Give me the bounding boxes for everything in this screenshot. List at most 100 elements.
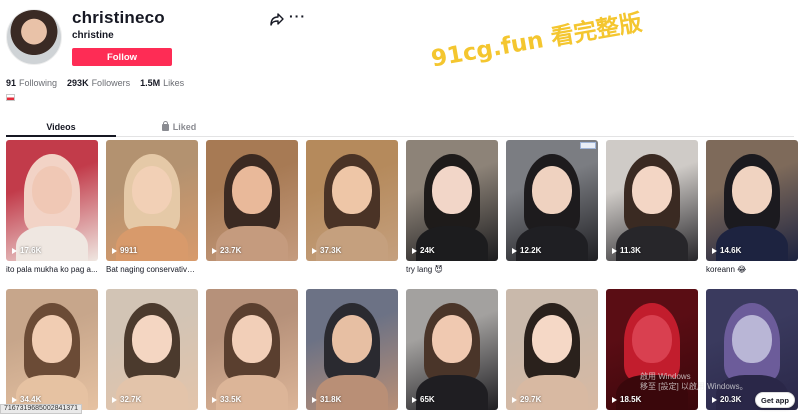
likes-count: 1.5M Likes (140, 78, 185, 88)
play-icon (412, 247, 417, 254)
thumbnail-face (532, 315, 572, 363)
thumbnail-face (632, 166, 672, 214)
play-icon (612, 247, 617, 254)
view-count: 33.5K (212, 395, 241, 404)
thumbnail-body (316, 226, 388, 261)
video-thumbnail[interactable]: 37.3K (306, 140, 398, 261)
video-thumbnail[interactable]: 11.3K (606, 140, 698, 261)
video-card[interactable]: 37.3K (306, 140, 398, 274)
profile-username: christineco (72, 8, 165, 27)
ad-choices-icon[interactable] (580, 142, 596, 149)
profile-nickname: christine (72, 30, 114, 41)
view-count: 9911 (112, 246, 137, 255)
play-icon (312, 396, 317, 403)
video-card[interactable]: 11.3K (606, 140, 698, 274)
play-icon (212, 247, 217, 254)
video-thumbnail[interactable]: 9911 (106, 140, 198, 261)
thumbnail-body (716, 226, 788, 261)
thumbnail-face (132, 166, 172, 214)
video-thumbnail[interactable]: 31.8K (306, 289, 398, 410)
more-options-icon[interactable]: ··· (289, 9, 306, 23)
thumbnail-body (316, 375, 388, 410)
video-card[interactable]: 34.4K (6, 289, 98, 410)
play-icon (112, 247, 117, 254)
thumbnail-body (516, 226, 588, 261)
video-card[interactable]: 31.8K (306, 289, 398, 410)
avatar[interactable] (6, 9, 62, 65)
video-card[interactable]: 33.5K (206, 289, 298, 410)
video-card[interactable]: 24K try lang 😈 (406, 140, 498, 274)
thumbnail-body (116, 375, 188, 410)
thumbnail-body (216, 226, 288, 261)
video-card[interactable]: 29.7K (506, 289, 598, 410)
status-url-tooltip: 7167319685002841371 (0, 404, 82, 414)
flag-icon (6, 94, 15, 101)
video-card[interactable]: 65K (406, 289, 498, 410)
view-count: 23.7K (212, 246, 241, 255)
video-thumbnail[interactable]: 23.7K (206, 140, 298, 261)
view-count: 37.3K (312, 246, 341, 255)
view-count: 32.7K (112, 395, 141, 404)
thumbnail-face (732, 315, 772, 363)
video-caption[interactable]: koreann 😂 (706, 265, 798, 274)
thumbnail-face (432, 166, 472, 214)
play-icon (712, 247, 717, 254)
view-count: 12.2K (512, 246, 541, 255)
thumbnail-body (16, 226, 88, 261)
windows-activation-notice: 啟用 Windows 移至 [設定] 以啟用 Windows。 (640, 372, 748, 391)
thumbnail-body (516, 375, 588, 410)
play-icon (12, 247, 17, 254)
following-count[interactable]: 91 Following (6, 78, 57, 88)
thumbnail-face (332, 166, 372, 214)
video-caption[interactable]: Bat naging conservative... (106, 265, 198, 274)
play-icon (212, 396, 217, 403)
thumbnail-face (232, 315, 272, 363)
video-thumbnail[interactable]: 14.6K (706, 140, 798, 261)
video-card[interactable]: 14.6K koreann 😂 (706, 140, 798, 274)
video-card[interactable]: 9911 Bat naging conservative... (106, 140, 198, 274)
video-caption[interactable]: ito pala mukha ko pag a... (6, 265, 98, 274)
follow-button[interactable]: Follow (72, 48, 172, 66)
view-count: 24K (412, 246, 435, 255)
view-count: 17.6K (12, 246, 41, 255)
video-card[interactable]: 12.2K (506, 140, 598, 274)
thumbnail-body (116, 226, 188, 261)
video-thumbnail[interactable]: 24K (406, 140, 498, 261)
thumbnail-body (416, 375, 488, 410)
thumbnail-face (432, 315, 472, 363)
video-thumbnail[interactable]: 32.7K (106, 289, 198, 410)
share-icon[interactable] (270, 12, 284, 26)
thumbnail-face (32, 315, 72, 363)
view-count: 20.3K (712, 395, 741, 404)
play-icon (512, 396, 517, 403)
view-count: 34.4K (12, 395, 41, 404)
tab-videos[interactable]: Videos (6, 117, 116, 136)
play-icon (412, 396, 417, 403)
followers-count[interactable]: 293K Followers (67, 78, 130, 88)
video-card[interactable]: 23.7K (206, 140, 298, 274)
lock-icon (161, 121, 169, 131)
get-app-button[interactable]: Get app (755, 392, 795, 408)
play-icon (512, 247, 517, 254)
video-thumbnail[interactable]: 29.7K (506, 289, 598, 410)
video-thumbnail[interactable]: 17.6K (6, 140, 98, 261)
view-count: 29.7K (512, 395, 541, 404)
video-thumbnail[interactable]: 12.2K (506, 140, 598, 261)
view-count: 18.5K (612, 395, 641, 404)
play-icon (312, 247, 317, 254)
video-thumbnail[interactable]: 65K (406, 289, 498, 410)
video-thumbnail[interactable]: 33.5K (206, 289, 298, 410)
thumbnail-face (232, 166, 272, 214)
play-icon (612, 396, 617, 403)
profile-stats: 91 Following 293K Followers 1.5M Likes (6, 78, 184, 88)
thumbnail-face (132, 315, 172, 363)
video-thumbnail[interactable]: 34.4K (6, 289, 98, 410)
video-card[interactable]: 17.6K ito pala mukha ko pag a... (6, 140, 98, 274)
play-icon (712, 396, 717, 403)
view-count: 65K (412, 395, 435, 404)
view-count: 14.6K (712, 246, 741, 255)
tab-liked[interactable]: Liked (124, 117, 234, 136)
video-card[interactable]: 32.7K (106, 289, 198, 410)
video-caption[interactable]: try lang 😈 (406, 265, 498, 274)
profile-tabs: Videos Liked (6, 117, 794, 137)
